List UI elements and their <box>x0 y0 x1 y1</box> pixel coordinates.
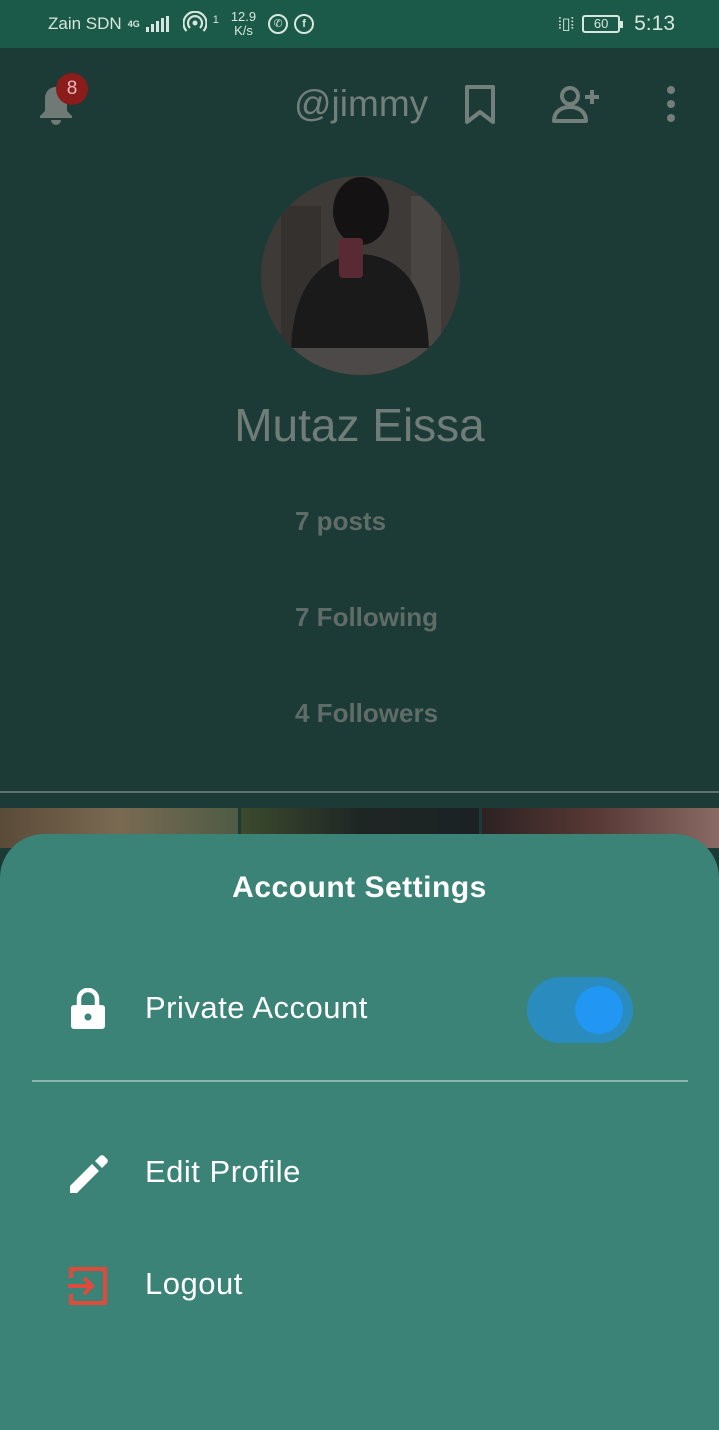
logout-icon <box>68 1266 108 1311</box>
account-settings-sheet: Account Settings Private Account Edit Pr… <box>0 834 719 1430</box>
edit-profile-label: Edit Profile <box>145 1154 301 1189</box>
sheet-divider <box>32 1080 688 1082</box>
speed-value: 12.9 <box>230 9 257 24</box>
profile-divider <box>0 791 719 793</box>
bookmark-button[interactable] <box>463 85 497 130</box>
signal-icon <box>145 16 169 32</box>
followers-count[interactable]: 4 Followers <box>295 698 438 729</box>
sheet-title: Account Settings <box>232 871 487 904</box>
data-indicator: 1 <box>212 14 219 26</box>
username-handle: @jimmy <box>294 83 429 124</box>
hotspot-icon <box>182 10 208 38</box>
status-bar: Zain SDN 4G 1 12.9 K/s ✆ f ⦙▯⦙ 60 5:13 <box>0 0 719 48</box>
private-account-label: Private Account <box>145 990 368 1025</box>
lock-icon <box>70 987 106 1035</box>
carrier-label: Zain SDN <box>48 14 122 33</box>
add-friend-button[interactable] <box>552 86 600 129</box>
logout-label: Logout <box>145 1266 243 1301</box>
bookmark-icon <box>465 85 495 124</box>
network-speed: 12.9 K/s <box>231 10 256 38</box>
following-count[interactable]: 7 Following <box>295 602 438 633</box>
vibrate-icon: ⦙▯⦙ <box>558 16 575 33</box>
more-options-button[interactable] <box>664 86 678 127</box>
clock: 5:13 <box>634 12 675 35</box>
whatsapp-icon: ✆ <box>268 14 289 34</box>
profile-photo <box>261 176 460 375</box>
profile-name: Mutaz Eissa <box>234 399 485 451</box>
battery-icon: 60 <box>582 15 624 33</box>
toggle-thumb <box>575 986 623 1034</box>
pencil-icon <box>68 1155 108 1200</box>
network-type: 4G <box>127 18 140 29</box>
avatar[interactable] <box>261 176 460 375</box>
more-vert-icon <box>667 86 675 122</box>
add-person-icon <box>552 86 599 123</box>
facebook-icon: f <box>294 14 315 34</box>
private-account-toggle[interactable] <box>527 977 633 1043</box>
notification-badge: 8 <box>56 73 88 105</box>
speed-unit: K/s <box>234 23 253 38</box>
posts-count[interactable]: 7 posts <box>295 506 386 537</box>
